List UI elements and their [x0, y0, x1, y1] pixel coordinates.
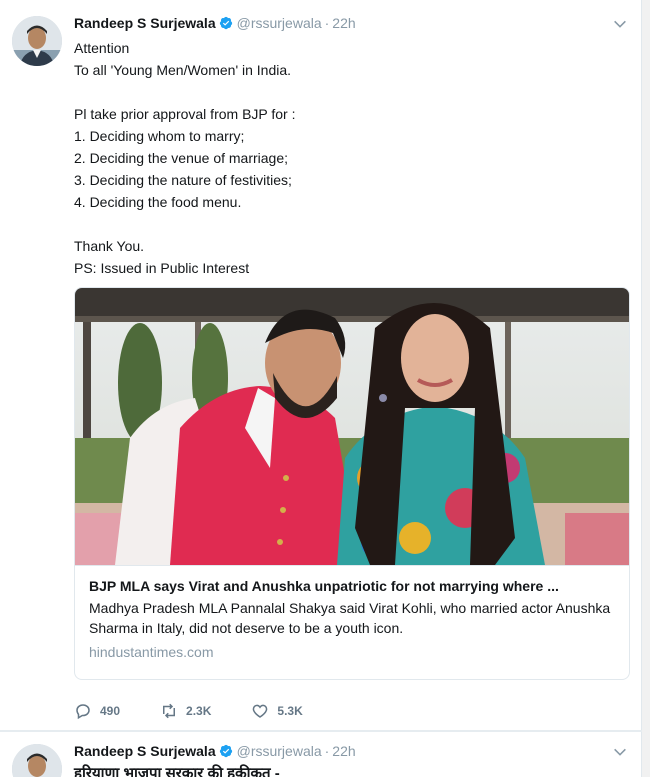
timeline: Randeep S Surjewala @rssurjewala · 22h A…: [0, 0, 642, 777]
retweet-icon: [163, 703, 176, 719]
reply-button[interactable]: 490: [74, 702, 120, 720]
retweet-count: 2.3K: [186, 704, 212, 718]
link-card[interactable]: BJP MLA says Virat and Anushka unpatriot…: [74, 287, 630, 680]
tweet-text-line: 2. Deciding the venue of marriage;: [74, 150, 289, 166]
avatar[interactable]: [12, 16, 62, 66]
avatar[interactable]: [12, 744, 62, 777]
chevron-down-icon[interactable]: [612, 744, 628, 760]
separator: ·: [324, 743, 330, 759]
tweet-text-line: 3. Deciding the nature of festivities;: [74, 172, 292, 188]
tweet[interactable]: Randeep S Surjewala @rssurjewala · 22h A…: [0, 0, 642, 731]
card-title[interactable]: BJP MLA says Virat and Anushka unpatriot…: [89, 576, 615, 596]
card-description: Madhya Pradesh MLA Pannalal Shakya said …: [89, 600, 611, 636]
tweet-header: Randeep S Surjewala @rssurjewala · 22h: [74, 741, 356, 761]
tweet-text-blank: [74, 213, 624, 235]
author-handle[interactable]: @rssurjewala: [237, 15, 322, 31]
reply-count: 490: [100, 704, 121, 718]
reply-icon: [76, 704, 90, 720]
verified-badge-icon: [219, 16, 233, 30]
tweet-text: Attention To all 'Young Men/Women' in In…: [74, 37, 624, 279]
separator: ·: [324, 15, 330, 31]
retweet-button[interactable]: 2.3K: [160, 702, 211, 720]
scrollbar[interactable]: [642, 0, 650, 777]
card-body[interactable]: BJP MLA says Virat and Anushka unpatriot…: [75, 565, 629, 679]
tweet-text-line: To all 'Young Men/Women' in India.: [74, 62, 292, 78]
card-domain[interactable]: hindustantimes.com: [89, 642, 615, 662]
chevron-down-icon[interactable]: [612, 16, 628, 32]
like-count: 5.3K: [277, 704, 303, 718]
like-button[interactable]: 5.3K: [251, 702, 303, 720]
author-name[interactable]: Randeep S Surjewala: [74, 15, 216, 31]
verified-badge-icon: [219, 744, 233, 758]
tweet-text: हरियाणा भाजपा सरकार की हकीकत -: [74, 765, 280, 777]
tweet-text-line: Pl take prior approval from BJP for :: [74, 106, 296, 122]
author-name[interactable]: Randeep S Surjewala: [74, 743, 216, 759]
tweet-timestamp[interactable]: 22h: [332, 743, 355, 759]
heart-icon: [253, 704, 268, 718]
tweet-text-line: Attention: [74, 40, 130, 56]
card-image[interactable]: [75, 288, 629, 565]
tweet-text-line: 1. Deciding whom to marry;: [74, 128, 245, 144]
tweet-text-line: PS: Issued in Public Interest: [74, 260, 250, 276]
tweet-actions: 490 2.3K 5.3K: [74, 700, 343, 722]
tweet-text-line: 4. Deciding the food menu.: [74, 194, 242, 210]
tweet-text-line: Thank You.: [74, 238, 145, 254]
tweet[interactable]: Randeep S Surjewala @rssurjewala · 22h ह…: [0, 731, 642, 777]
tweet-timestamp[interactable]: 22h: [332, 15, 355, 31]
author-handle[interactable]: @rssurjewala: [237, 743, 322, 759]
tweet-text-blank: [74, 81, 624, 103]
tweet-header: Randeep S Surjewala @rssurjewala · 22h: [74, 13, 356, 33]
